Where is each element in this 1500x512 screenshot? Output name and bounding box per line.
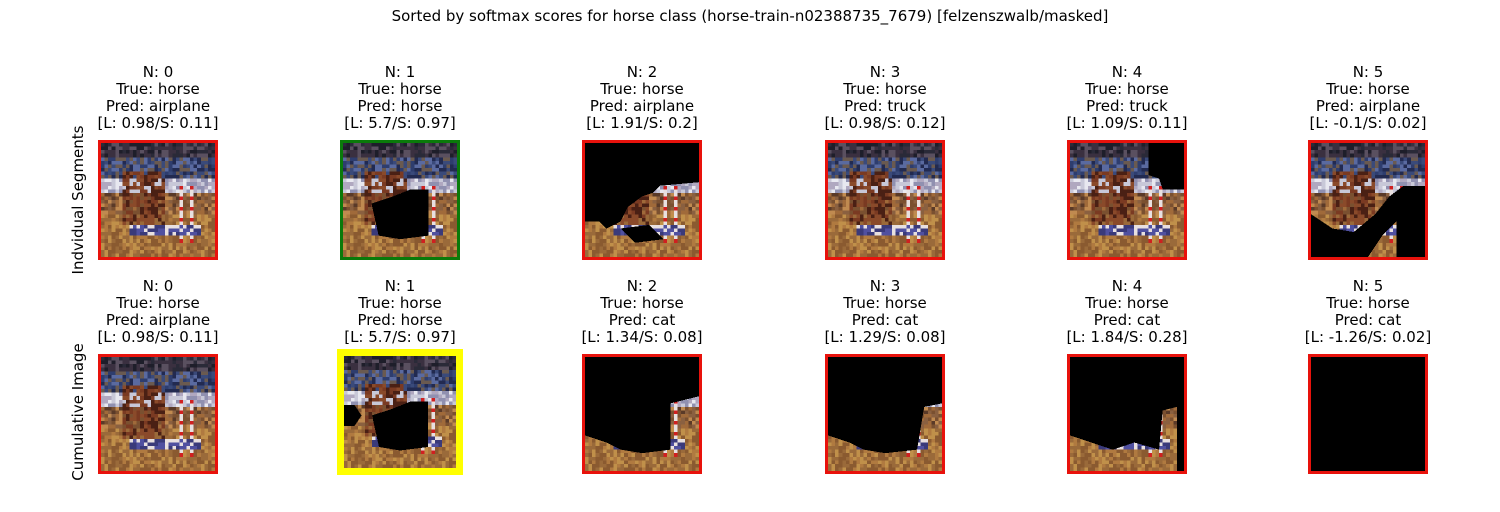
segment-image-row0-col1	[340, 140, 460, 260]
panel-index: N: 0	[78, 278, 238, 295]
panel-score: [L: 1.29/S: 0.08]	[805, 329, 965, 346]
segment-image-row1-col1	[337, 349, 463, 475]
panel-score: [L: 1.09/S: 0.11]	[1047, 115, 1207, 132]
panel-true-label: True: horse	[1288, 295, 1448, 312]
segment-image-row0-col5	[1308, 140, 1428, 260]
panel-pred-label: Pred: truck	[1047, 98, 1207, 115]
panel-row0-col1: N: 1True: horsePred: horse[L: 5.7/S: 0.9…	[320, 64, 480, 132]
panel-true-label: True: horse	[1288, 81, 1448, 98]
panel-true-label: True: horse	[320, 295, 480, 312]
panel-score: [L: 5.7/S: 0.97]	[320, 329, 480, 346]
panel-index: N: 5	[1288, 278, 1448, 295]
segment-image-row0-col4	[1067, 140, 1187, 260]
panel-pred-label: Pred: airplane	[78, 312, 238, 329]
panel-index: N: 5	[1288, 64, 1448, 81]
segment-image-row1-col0	[98, 354, 218, 474]
panel-score: [L: 1.34/S: 0.08]	[562, 329, 722, 346]
panel-true-label: True: horse	[78, 81, 238, 98]
panel-true-label: True: horse	[805, 81, 965, 98]
panel-index: N: 1	[320, 64, 480, 81]
panel-true-label: True: horse	[78, 295, 238, 312]
panel-true-label: True: horse	[320, 81, 480, 98]
panel-row1-col0: N: 0True: horsePred: airplane[L: 0.98/S:…	[78, 278, 238, 346]
panel-score: [L: 1.84/S: 0.28]	[1047, 329, 1207, 346]
panel-score: [L: -1.26/S: 0.02]	[1288, 329, 1448, 346]
panel-true-label: True: horse	[1047, 295, 1207, 312]
segment-image-row1-col3	[825, 354, 945, 474]
panel-index: N: 0	[78, 64, 238, 81]
panel-score: [L: 5.7/S: 0.97]	[320, 115, 480, 132]
segment-image-row1-col2	[582, 354, 702, 474]
panel-score: [L: 1.91/S: 0.2]	[562, 115, 722, 132]
panel-index: N: 1	[320, 278, 480, 295]
panel-true-label: True: horse	[805, 295, 965, 312]
panel-pred-label: Pred: horse	[320, 312, 480, 329]
panel-index: N: 2	[562, 64, 722, 81]
panel-score: [L: 0.98/S: 0.11]	[78, 329, 238, 346]
segment-image-row0-col0	[98, 140, 218, 260]
panel-row0-col2: N: 2True: horsePred: airplane[L: 1.91/S:…	[562, 64, 722, 132]
panel-row0-col3: N: 3True: horsePred: truck[L: 0.98/S: 0.…	[805, 64, 965, 132]
segment-image-row1-col5	[1308, 354, 1428, 474]
panel-true-label: True: horse	[562, 81, 722, 98]
panel-row0-col0: N: 0True: horsePred: airplane[L: 0.98/S:…	[78, 64, 238, 132]
panel-pred-label: Pred: cat	[1047, 312, 1207, 329]
panel-pred-label: Pred: horse	[320, 98, 480, 115]
panel-index: N: 2	[562, 278, 722, 295]
figure-title: Sorted by softmax scores for horse class…	[0, 6, 1500, 26]
panel-true-label: True: horse	[1047, 81, 1207, 98]
panel-pred-label: Pred: cat	[562, 312, 722, 329]
panel-row1-col5: N: 5True: horsePred: cat[L: -1.26/S: 0.0…	[1288, 278, 1448, 346]
panel-index: N: 4	[1047, 278, 1207, 295]
panel-pred-label: Pred: cat	[805, 312, 965, 329]
panel-pred-label: Pred: truck	[805, 98, 965, 115]
panel-row1-col4: N: 4True: horsePred: cat[L: 1.84/S: 0.28…	[1047, 278, 1207, 346]
panel-row1-col1: N: 1True: horsePred: horse[L: 5.7/S: 0.9…	[320, 278, 480, 346]
panel-pred-label: Pred: airplane	[562, 98, 722, 115]
panel-row1-col2: N: 2True: horsePred: cat[L: 1.34/S: 0.08…	[562, 278, 722, 346]
panel-pred-label: Pred: airplane	[78, 98, 238, 115]
segment-image-row1-col4	[1067, 354, 1187, 474]
panel-true-label: True: horse	[562, 295, 722, 312]
panel-pred-label: Pred: airplane	[1288, 98, 1448, 115]
panel-row0-col4: N: 4True: horsePred: truck[L: 1.09/S: 0.…	[1047, 64, 1207, 132]
segment-image-row0-col3	[825, 140, 945, 260]
panel-pred-label: Pred: cat	[1288, 312, 1448, 329]
panel-score: [L: 0.98/S: 0.12]	[805, 115, 965, 132]
panel-index: N: 3	[805, 64, 965, 81]
panel-index: N: 3	[805, 278, 965, 295]
panel-score: [L: 0.98/S: 0.11]	[78, 115, 238, 132]
panel-row0-col5: N: 5True: horsePred: airplane[L: -0.1/S:…	[1288, 64, 1448, 132]
segment-image-row0-col2	[582, 140, 702, 260]
panel-index: N: 4	[1047, 64, 1207, 81]
panel-score: [L: -0.1/S: 0.02]	[1288, 115, 1448, 132]
panel-row1-col3: N: 3True: horsePred: cat[L: 1.29/S: 0.08…	[805, 278, 965, 346]
